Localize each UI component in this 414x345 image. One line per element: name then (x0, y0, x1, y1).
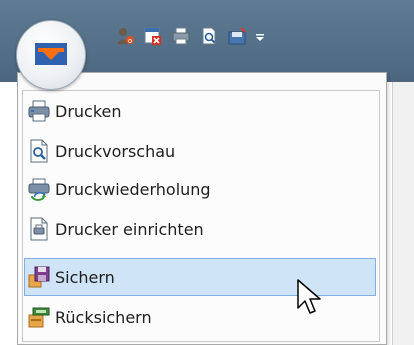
print-repeat-icon (28, 178, 50, 201)
menu-item-label: Druckvorschau (55, 141, 176, 161)
save-disk-icon[interactable] (227, 26, 247, 46)
user-alert-icon[interactable]: o (115, 26, 135, 46)
delete-document-icon[interactable] (143, 26, 163, 46)
print-preview-icon (30, 139, 48, 163)
restore-icon (28, 307, 50, 328)
menu-item-label: Rücksichern (55, 307, 152, 327)
svg-text:o: o (128, 37, 132, 45)
mouse-cursor-icon (297, 279, 321, 314)
print-preview-icon[interactable] (199, 26, 219, 46)
menu-item-drucker-einrichten[interactable]: Drucker einrichten (25, 210, 375, 248)
dropdown-arrow-icon[interactable] (255, 26, 265, 46)
bank-logo-icon (35, 43, 67, 65)
application-menu-button[interactable] (16, 20, 86, 90)
printer-setup-icon (30, 217, 48, 241)
menu-item-druckwiederholung[interactable]: Druckwiederholung (25, 170, 375, 208)
background-panel (392, 82, 414, 345)
quick-access-toolbar: o (115, 25, 273, 47)
printer-icon[interactable] (171, 26, 191, 46)
menu-item-drucken[interactable]: Drucken (25, 92, 375, 130)
save-backup-icon (28, 266, 50, 288)
menu-item-druckvorschau[interactable]: Druckvorschau (25, 132, 375, 170)
menu-item-label: Drucken (55, 101, 122, 121)
menu-item-label: Druckwiederholung (55, 179, 211, 199)
menu-item-label: Sichern (55, 267, 115, 287)
menu-item-label: Drucker einrichten (55, 219, 204, 239)
printer-icon (28, 100, 50, 122)
